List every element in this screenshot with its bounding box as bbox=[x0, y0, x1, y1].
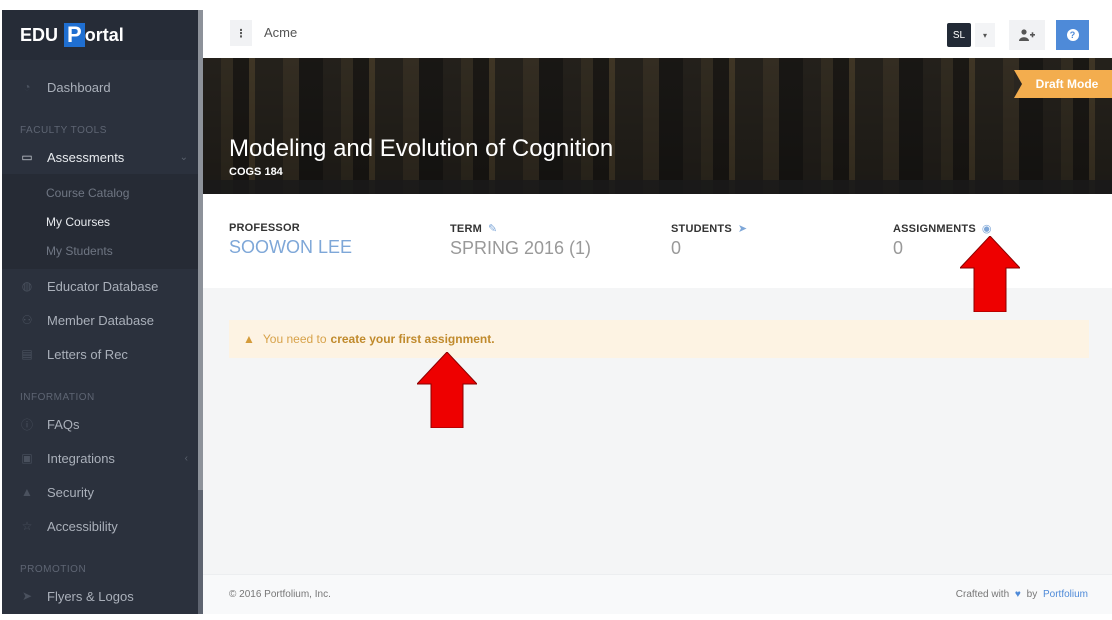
paper-plane-icon[interactable]: ➤ bbox=[738, 222, 747, 235]
sidebar-subitem-course-catalog[interactable]: Course Catalog bbox=[2, 178, 200, 207]
sidebar-item-educator-database[interactable]: ◍ Educator Database bbox=[2, 269, 200, 303]
sidebar-item-letters-of-rec[interactable]: ▤ Letters of Rec bbox=[2, 337, 200, 371]
stat-label: ASSIGNMENTS bbox=[893, 222, 976, 235]
warning-alert: ▲ You need to create your first assignme… bbox=[229, 320, 1089, 358]
sidebar-item-flyers-logos[interactable]: ➤ Flyers & Logos bbox=[2, 579, 200, 613]
stat-students: STUDENTS ➤ 0 bbox=[671, 222, 747, 259]
vertical-dots-icon: ⋮ bbox=[235, 27, 247, 40]
warning-icon: ▲ bbox=[243, 332, 255, 346]
stat-label: STUDENTS bbox=[671, 222, 732, 235]
create-assignment-link[interactable]: create your first assignment. bbox=[331, 332, 495, 346]
sidebar-item-dashboard[interactable]: ◔ Dashboard bbox=[2, 70, 200, 104]
sidebar-item-integrations[interactable]: ▣ Integrations ‹ bbox=[2, 441, 200, 475]
chevron-down-icon: ⌄ bbox=[179, 151, 188, 163]
users-icon: ⚇ bbox=[21, 313, 33, 327]
stat-value: SPRING 2016 (1) bbox=[450, 238, 592, 258]
chevron-left-icon: ‹ bbox=[184, 452, 188, 464]
sidebar-subitem-my-courses[interactable]: My Courses bbox=[2, 207, 200, 236]
sidebar-item-label: Letters of Rec bbox=[47, 346, 128, 362]
sidebar-item-label: Educator Database bbox=[47, 278, 159, 294]
add-user-button[interactable] bbox=[1009, 20, 1045, 50]
sidebar-item-accessibility[interactable]: ☆ Accessibility bbox=[2, 509, 200, 543]
course-hero: Modeling and Evolution of Cognition COGS… bbox=[203, 58, 1112, 194]
sidebar-item-label: Flyers & Logos bbox=[47, 588, 134, 604]
topbar: ⋮ Acme SL ▾ ? bbox=[203, 10, 1112, 58]
course-title: Modeling and Evolution of Cognition bbox=[229, 135, 614, 162]
stat-term: TERM ✎ SPRING 2016 (1) bbox=[450, 222, 591, 259]
main-content: ▲ You need to create your first assignme… bbox=[203, 288, 1112, 574]
brand-highlight: P bbox=[64, 23, 85, 47]
dashboard-icon: ◔ bbox=[23, 80, 31, 94]
assessments-submenu: Course Catalog My Courses My Students bbox=[2, 174, 200, 269]
puzzle-icon: ▣ bbox=[21, 451, 33, 465]
user-menu-dropdown[interactable]: ▾ bbox=[975, 23, 995, 47]
stat-label: TERM bbox=[450, 222, 482, 235]
section-promotion: PROMOTION bbox=[20, 564, 87, 575]
stat-value: 0 bbox=[671, 238, 682, 258]
caret-down-icon: ▾ bbox=[982, 30, 987, 40]
info-icon: ⓘ bbox=[20, 417, 33, 432]
footer: © 2016 Portfolium, Inc. Crafted with ♥ b… bbox=[203, 574, 1112, 614]
sidebar-item-faqs[interactable]: ⓘ FAQs bbox=[2, 407, 200, 441]
sidebar-item-label: Accessibility bbox=[47, 518, 118, 534]
portfolium-link[interactable]: Portfolium bbox=[1043, 589, 1088, 600]
crafted-by: by bbox=[1026, 589, 1038, 600]
document-icon: ▤ bbox=[21, 347, 33, 361]
star-icon: ☆ bbox=[21, 519, 33, 533]
question-icon: ? bbox=[1066, 29, 1079, 41]
folder-icon: ▭ bbox=[21, 150, 33, 164]
sidebar-item-label: Integrations bbox=[47, 450, 115, 466]
sidebar: EDU P ortal ◔ Dashboard FACULTY TOOLS ▭ … bbox=[2, 10, 200, 614]
globe-icon: ◍ bbox=[21, 279, 33, 293]
crafted-with: Crafted with ♥ by Portfolium bbox=[956, 589, 1088, 600]
sidebar-item-label: FAQs bbox=[47, 416, 80, 432]
crafted-prefix: Crafted with bbox=[955, 589, 1010, 600]
send-icon: ➤ bbox=[21, 589, 33, 603]
heart-icon: ♥ bbox=[1014, 589, 1021, 600]
copyright: © 2016 Portfolium, Inc. bbox=[229, 589, 331, 600]
section-faculty-tools: FACULTY TOOLS bbox=[20, 125, 107, 136]
course-code: COGS 184 bbox=[229, 166, 283, 178]
help-button[interactable]: ? bbox=[1056, 20, 1089, 50]
sidebar-item-security[interactable]: ▲ Security bbox=[2, 475, 200, 509]
brand-suffix: ortal bbox=[84, 24, 124, 45]
lock-icon: ▲ bbox=[21, 485, 33, 499]
sidebar-item-label: Assessments bbox=[47, 149, 125, 165]
annotation-arrow-alert bbox=[417, 352, 477, 428]
draft-mode-badge[interactable]: Draft Mode bbox=[1014, 70, 1112, 98]
sidebar-item-label: Security bbox=[47, 484, 94, 500]
annotation-arrow-assignments bbox=[960, 236, 1020, 312]
menu-button[interactable]: ⋮ bbox=[230, 20, 252, 46]
sidebar-subitem-my-students[interactable]: My Students bbox=[2, 236, 200, 265]
stat-professor: PROFESSOR SOOWON LEE bbox=[229, 222, 352, 258]
stat-label: PROFESSOR bbox=[229, 222, 300, 234]
brand-prefix: EDU bbox=[20, 24, 59, 45]
alert-text: You need to bbox=[262, 332, 327, 346]
eye-icon[interactable]: ◉ bbox=[982, 222, 992, 235]
organization-name: Acme bbox=[264, 25, 298, 40]
sidebar-item-label: Dashboard bbox=[47, 79, 111, 95]
sidebar-item-assessments[interactable]: ▭ Assessments ⌄ bbox=[2, 140, 200, 174]
edit-icon[interactable]: ✎ bbox=[488, 222, 497, 235]
app: EDU P ortal ◔ Dashboard FACULTY TOOLS ▭ … bbox=[0, 0, 1112, 620]
user-avatar[interactable]: SL bbox=[947, 23, 971, 47]
professor-link[interactable]: SOOWON LEE bbox=[229, 237, 352, 258]
add-user-icon bbox=[1019, 29, 1035, 41]
brand-logo[interactable]: EDU P ortal bbox=[2, 10, 200, 60]
sidebar-item-label: Member Database bbox=[47, 312, 154, 328]
sidebar-item-member-database[interactable]: ⚇ Member Database bbox=[2, 303, 200, 337]
section-information: INFORMATION bbox=[20, 392, 95, 403]
